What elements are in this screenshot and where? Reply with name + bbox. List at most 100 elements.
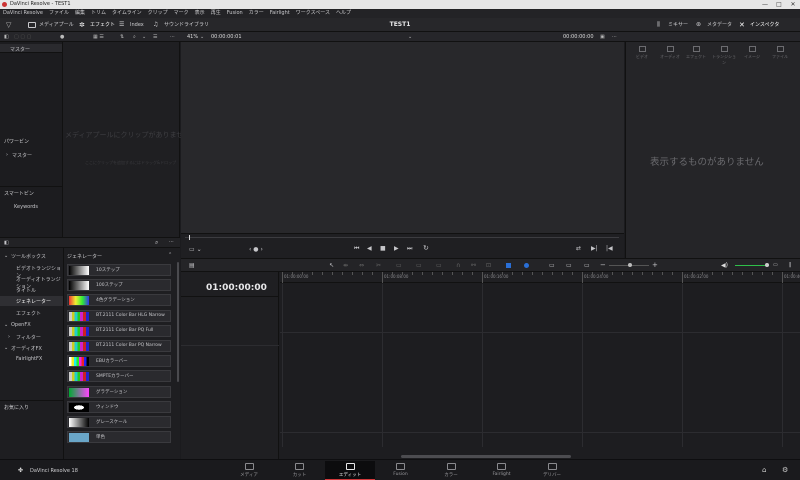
timeline-options-icon[interactable]: ▤ bbox=[189, 262, 195, 269]
index-button[interactable]: ☰ Index bbox=[119, 20, 144, 30]
effects-button[interactable]: ✲ エフェクト bbox=[79, 20, 115, 30]
blade-tool-icon[interactable]: ✂ bbox=[376, 262, 381, 269]
tree-generators-selected[interactable]: ジェネレーター bbox=[0, 296, 63, 306]
scrollbar[interactable] bbox=[177, 262, 179, 382]
timeline-ruler[interactable]: 01:00:00:00 01:00:08:00 01:00:16:00 01:00:2… bbox=[280, 272, 800, 283]
generator-item[interactable]: BT.2111 Color Bar HLG Narrow bbox=[67, 309, 171, 322]
zoom-in-icon[interactable]: + bbox=[652, 261, 658, 269]
viewer-more-icon[interactable]: ⋯ bbox=[612, 33, 617, 41]
menu-help[interactable]: ヘルプ bbox=[333, 9, 354, 18]
effects-search-icon[interactable]: ⌕ bbox=[155, 239, 158, 247]
timeline-scrollbar[interactable] bbox=[401, 455, 571, 458]
page-tab-fusion[interactable]: Fusion bbox=[376, 461, 426, 480]
menu-view[interactable]: 表示 bbox=[192, 9, 208, 18]
filter-chevron-icon[interactable]: › bbox=[8, 334, 10, 340]
inspector-tab-transition[interactable]: トランジション bbox=[712, 46, 736, 66]
sort-icon[interactable]: ⇅ bbox=[120, 33, 124, 41]
settings-gear-icon[interactable]: ⚙ bbox=[782, 466, 788, 474]
minimize-button[interactable]: — bbox=[758, 0, 772, 9]
panel-layout-icon[interactable]: ◧ bbox=[4, 33, 9, 41]
generator-item[interactable]: グラデーション bbox=[67, 385, 171, 398]
replace-clip-icon[interactable]: ▭ bbox=[436, 262, 442, 269]
collapse-chevron-icon[interactable]: ⌃ bbox=[168, 252, 172, 258]
metadata-button[interactable]: ⊛ メタデータ bbox=[696, 20, 732, 30]
power-bin-master[interactable]: マスター bbox=[12, 152, 32, 159]
timeline-viewer[interactable] bbox=[181, 42, 624, 233]
grid-view-icon[interactable]: ▦ ☰ bbox=[93, 33, 104, 41]
audio-meter-icon[interactable]: ▭ bbox=[773, 262, 778, 268]
menu-edit[interactable]: 編集 bbox=[72, 9, 88, 18]
page-tab-color[interactable]: カラー bbox=[426, 461, 476, 480]
menu-trim[interactable]: トリム bbox=[88, 9, 109, 18]
smart-bin-keywords[interactable]: Keywords bbox=[14, 204, 38, 210]
tree-titles[interactable]: タイトル bbox=[16, 287, 36, 294]
zoom-dropdown-icon[interactable]: ⌄ bbox=[200, 33, 204, 41]
volume-handle[interactable] bbox=[765, 263, 769, 267]
generator-item[interactable]: EBUカラーバー bbox=[67, 355, 171, 368]
page-tab-cut[interactable]: カット bbox=[275, 461, 325, 480]
prev-edit-icon[interactable]: |◀ bbox=[606, 245, 613, 252]
inspector-tab-file[interactable]: ファイル bbox=[768, 46, 792, 60]
menu-workspace[interactable]: ワークスペース bbox=[293, 9, 333, 18]
generator-item[interactable]: ウィンドウ bbox=[67, 400, 171, 413]
speaker-icon[interactable]: ◀) bbox=[721, 262, 728, 269]
inspector-tab-audio[interactable]: オーディオ bbox=[658, 46, 682, 60]
tree-effects[interactable]: エフェクト bbox=[16, 310, 41, 317]
timeline-timecode[interactable]: 01:00:00:00 bbox=[206, 283, 267, 293]
page-tab-fairlight[interactable]: Fairlight bbox=[477, 461, 527, 480]
openfx-chevron-icon[interactable]: ⌄ bbox=[4, 322, 8, 328]
zoom-level[interactable]: 41% bbox=[187, 33, 198, 41]
toolbox-chevron-icon[interactable]: ⌄ bbox=[4, 253, 8, 259]
jog-dots-icon[interactable]: ‹ ● › bbox=[249, 246, 263, 253]
media-pool-button[interactable]: メディアプール bbox=[28, 20, 74, 30]
playhead-marker[interactable] bbox=[189, 235, 190, 240]
zoom-detail-icon[interactable]: ▭ bbox=[566, 262, 572, 269]
viewer-options-icon[interactable]: ▣ bbox=[600, 33, 605, 41]
generator-item[interactable]: 10ステップ bbox=[67, 264, 171, 276]
generator-item[interactable]: 単色 bbox=[67, 431, 171, 444]
page-tab-media[interactable]: メディア bbox=[224, 461, 274, 480]
page-tab-edit[interactable]: エディット bbox=[325, 461, 375, 480]
viewer-dropdown-icon[interactable]: ⌄ bbox=[408, 33, 412, 41]
master-bin-row[interactable]: マスター bbox=[0, 44, 62, 53]
menu-fusion[interactable]: Fusion bbox=[224, 9, 246, 18]
zoom-custom-icon[interactable]: ▭ bbox=[584, 262, 590, 269]
next-edit-icon[interactable]: ▶| bbox=[591, 245, 598, 252]
lock-icon[interactable]: ⊡ bbox=[486, 262, 491, 269]
stop-icon[interactable]: ■ bbox=[380, 245, 386, 252]
trim-tool-icon[interactable]: ⇹ bbox=[343, 262, 348, 269]
panel-toggle-icon[interactable]: ◧ bbox=[4, 240, 9, 246]
scrubber-bar[interactable] bbox=[185, 237, 619, 238]
insert-clip-icon[interactable]: ▭ bbox=[396, 262, 402, 269]
audiofx-chevron-icon[interactable]: ⌄ bbox=[4, 345, 8, 351]
toolbox-node[interactable]: ツールボックス bbox=[11, 253, 46, 260]
media-pool-panel[interactable]: メディアプールにクリップがありません ここにクリップを追加するにはドラッグ&ドロ… bbox=[63, 42, 190, 237]
play-reverse-icon[interactable]: ◀ bbox=[367, 245, 372, 252]
generator-item[interactable]: BT.2111 Color Bar PQ Full bbox=[67, 324, 171, 337]
sound-library-button[interactable]: ♫ サウンドライブラリ bbox=[153, 20, 209, 30]
generator-item[interactable]: BT.2111 Color Bar PQ Narrow bbox=[67, 340, 171, 352]
generator-item[interactable]: SMPTEカラーバー bbox=[67, 370, 171, 383]
overwrite-clip-icon[interactable]: ▭ bbox=[416, 262, 422, 269]
more-options-icon[interactable]: ⋯ bbox=[170, 33, 175, 41]
volume-slider[interactable] bbox=[735, 265, 769, 266]
marker-icon[interactable] bbox=[524, 263, 529, 268]
snapping-icon[interactable]: ∩ bbox=[456, 262, 460, 269]
page-tab-deliver[interactable]: デリバー bbox=[527, 461, 577, 480]
list-mode-icon[interactable]: ☰ bbox=[153, 33, 157, 41]
inspector-tab-video[interactable]: ビデオ bbox=[630, 46, 654, 60]
menu-color[interactable]: カラー bbox=[246, 9, 267, 18]
tree-filter[interactable]: フィルター bbox=[16, 334, 41, 341]
menu-mark[interactable]: マーク bbox=[171, 9, 192, 18]
clip-view-icon[interactable]: ▭ ⌄ bbox=[189, 246, 202, 253]
menu-fairlight[interactable]: Fairlight bbox=[267, 9, 293, 18]
close-button[interactable]: ✕ bbox=[786, 0, 800, 9]
dot-icon[interactable]: ● bbox=[60, 33, 64, 41]
openfx-node[interactable]: OpenFX bbox=[11, 322, 31, 328]
menu-file[interactable]: ファイル bbox=[46, 9, 72, 18]
play-icon[interactable]: ▶ bbox=[394, 245, 399, 252]
go-to-start-icon[interactable]: ⏮ bbox=[354, 245, 359, 253]
menu-davinci[interactable]: DaVinci Resolve bbox=[0, 9, 46, 18]
home-icon[interactable]: ⌂ bbox=[762, 466, 766, 474]
flag-icon[interactable] bbox=[506, 263, 511, 268]
